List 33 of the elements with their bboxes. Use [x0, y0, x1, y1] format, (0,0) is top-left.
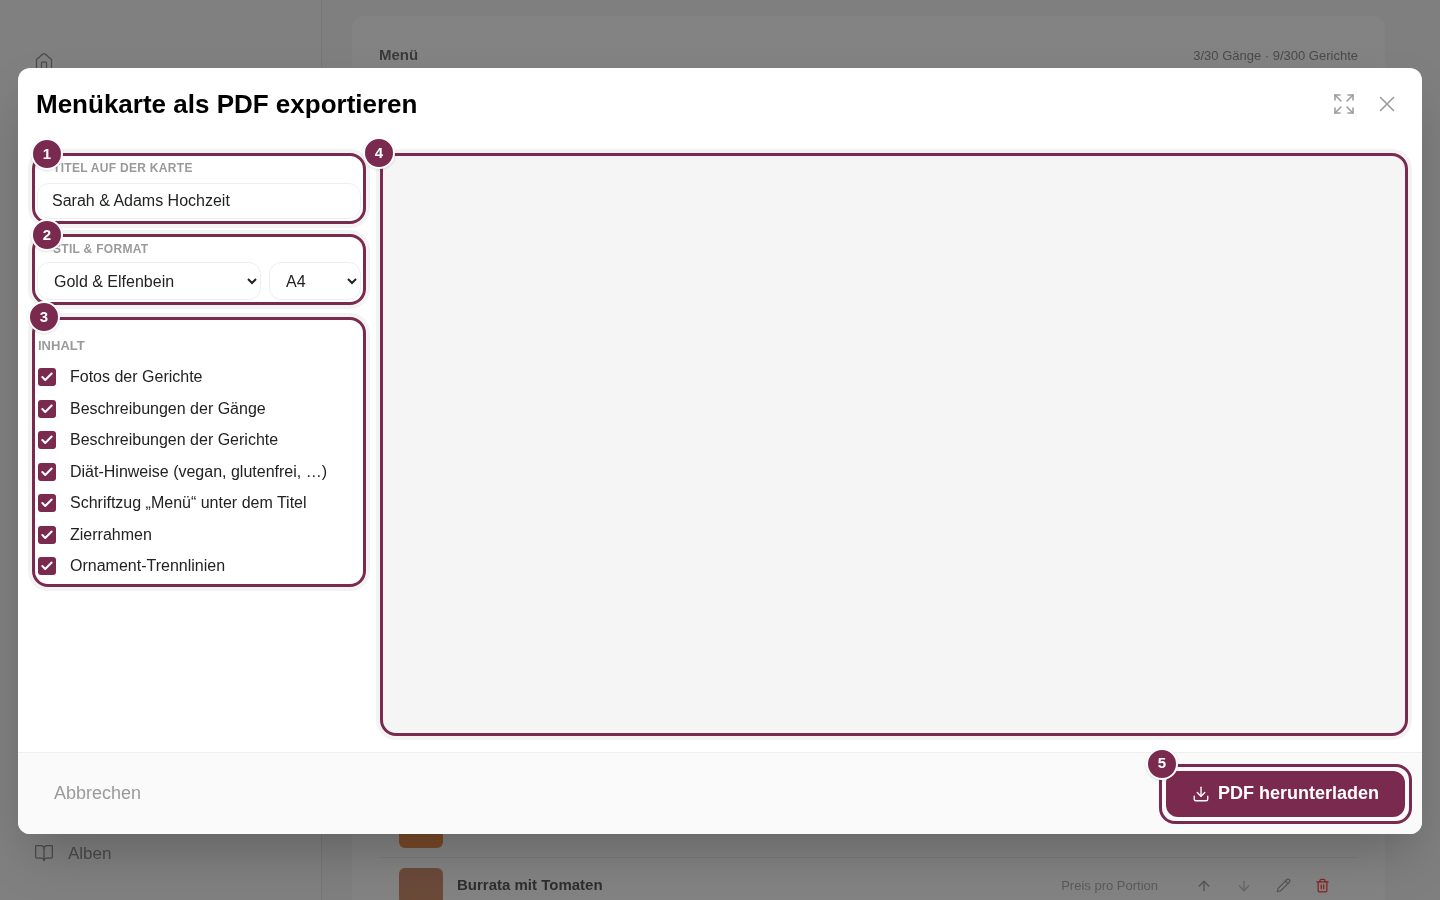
dish-name: Burrata mit Tomaten: [457, 875, 603, 896]
option-label: Zierrahmen: [70, 524, 152, 545]
check-icon: [40, 401, 54, 416]
style-select[interactable]: Gold & Elfenbein: [37, 262, 261, 300]
option-label: Beschreibungen der Gänge: [70, 398, 266, 419]
download-button[interactable]: PDF herunterladen: [1165, 770, 1405, 817]
checkbox[interactable]: [38, 399, 56, 418]
card-title: Menü: [379, 45, 419, 65]
dish-photo: [399, 867, 443, 900]
section-label: INHALT: [38, 337, 86, 355]
check-icon: [40, 527, 54, 542]
card-counts: 3/30 Gänge · 9/300 Gerichte: [1193, 46, 1358, 65]
option-label: Ornament-Trennlinien: [70, 556, 226, 577]
expand-icon[interactable]: [1332, 92, 1356, 116]
option-label: Diät-Hinweise (vegan, glutenfrei, …): [70, 461, 327, 482]
checkbox[interactable]: [38, 462, 56, 481]
book-icon: [34, 843, 54, 864]
checkbox[interactable]: [38, 368, 56, 387]
dialog-title: Menükarte als PDF exportieren: [36, 87, 418, 121]
title-input[interactable]: Sarah & Adams Hochzeit: [37, 183, 361, 219]
checkbox[interactable]: [38, 431, 56, 450]
checkbox[interactable]: [38, 494, 56, 513]
download-icon: [1191, 784, 1210, 803]
check-icon: [40, 464, 54, 479]
callout-number: 4: [363, 137, 395, 169]
callout-number: 3: [28, 301, 60, 333]
format-select[interactable]: A4: [269, 262, 361, 300]
checkbox[interactable]: [38, 525, 56, 544]
option-label: Beschreibungen der Gerichte: [70, 430, 279, 451]
option-label: Schriftzug „Menü“ unter dem Titel: [70, 493, 307, 514]
callout-number: 5: [1145, 747, 1178, 780]
option-label: Fotos der Gerichte: [70, 367, 203, 388]
checkbox[interactable]: [38, 557, 56, 576]
